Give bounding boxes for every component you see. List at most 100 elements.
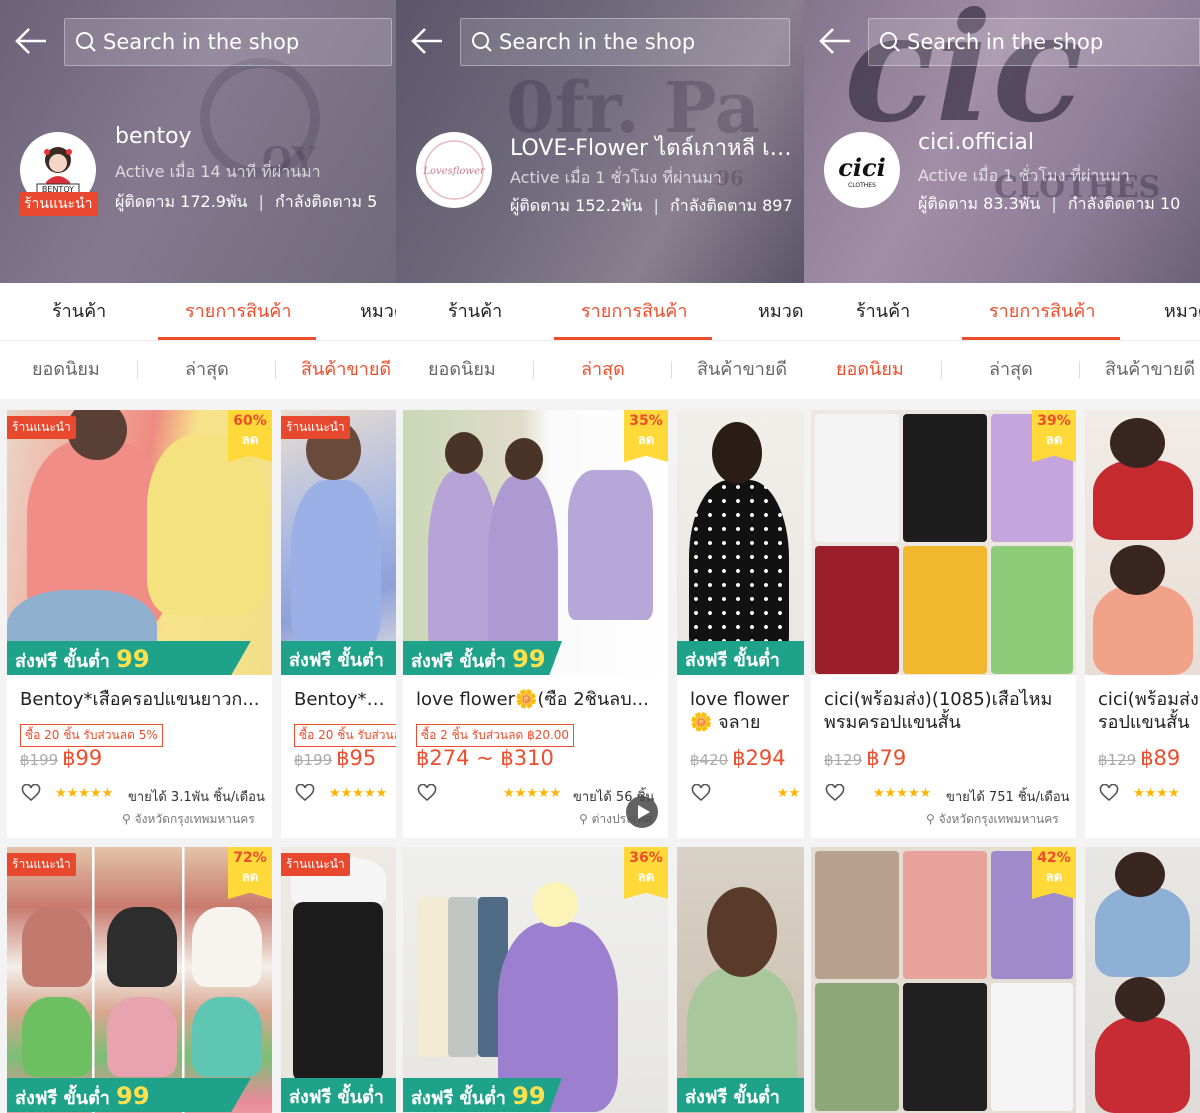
product-image — [677, 847, 804, 1113]
shop-active-status: Active เมื่อ 14 นาที ที่ผ่านมา — [115, 162, 321, 181]
shop-name: LOVE-Flower ไตล์เกาหลี เสื้อ... — [510, 136, 798, 161]
sort-popular[interactable]: ยอดนิยม — [32, 341, 100, 399]
sold-count: ขายได้ 751 ชิ้น/เดือน — [946, 790, 1070, 805]
stats-divider: | — [258, 192, 264, 211]
shop-header: OY Search in the shop BENTOY ร้านแนะนำ b… — [0, 0, 396, 283]
tab-shop[interactable]: ร้านค้า — [448, 283, 502, 341]
heart-icon[interactable] — [295, 784, 315, 802]
heart-icon[interactable] — [417, 784, 437, 802]
sort-latest[interactable]: ล่าสุด — [581, 341, 625, 399]
tab-categories[interactable]: หมวด — [758, 283, 804, 341]
product-card[interactable]: cici(พร้อมส่ง รอปแขนสั้น ค ฿129฿89 ★★★★ — [1085, 410, 1200, 838]
product-price: ฿274 ~ ฿310 — [416, 746, 554, 770]
rating-stars: ★★★★★ — [55, 786, 114, 801]
rating-stars: ★★ — [777, 786, 801, 801]
tab-products[interactable]: รายการสินค้า — [581, 283, 687, 341]
free-shipping-banner: ส่งฟรี ขั้นต่ำ — [281, 1078, 396, 1112]
product-price: ฿129 ฿79 — [824, 746, 906, 770]
product-price: ฿420 ฿294 — [690, 746, 786, 770]
sale-price: ฿274 ~ ฿310 — [416, 746, 554, 770]
product-card[interactable] — [1085, 847, 1200, 1113]
cici-logo: cici CLOTHES — [838, 153, 885, 189]
location-pin-icon: ⚲ — [926, 812, 935, 826]
search-placeholder: Search in the shop — [103, 30, 300, 54]
heart-icon[interactable] — [21, 784, 41, 802]
shop-tabs: ร้านค้า รายการสินค้า หมวด — [396, 283, 804, 341]
shop-name: cici.official — [918, 130, 1034, 155]
sort-divider — [533, 361, 534, 379]
discount-badge: 60% ลด — [228, 410, 272, 462]
following-count: กำลังติดตาม 897 — [670, 196, 793, 215]
sort-latest[interactable]: ล่าสุด — [185, 341, 229, 399]
product-card[interactable]: 35% ลด ส่งฟรี ขั้นต่ำ 99 love flower🌼(ซือ… — [403, 410, 668, 838]
product-price: ฿129 ฿89 — [1098, 746, 1181, 770]
sort-bar: ยอดนิยม ล่าสุด สินค้าขายดี — [396, 341, 804, 399]
tab-shop[interactable]: ร้านค้า — [52, 283, 106, 341]
product-price: ฿199 ฿99 — [20, 746, 102, 770]
shop-tabs: ร้านค้า รายการสินค้า หมวด — [0, 283, 396, 341]
heart-icon[interactable] — [1099, 784, 1119, 802]
product-card[interactable]: ร้านแนะนำ ส่งฟรี ขั้นต่ำ Bentoy*พร้อ ซื้… — [281, 410, 396, 838]
product-card[interactable]: 39% ลด cici(พร้อมส่ง)(1085)เสือไหม พรมครอ… — [811, 410, 1076, 838]
location-pin-icon: ⚲ — [579, 812, 588, 826]
preferred-shop-badge: ร้านแนะนำ — [19, 192, 98, 216]
heart-icon[interactable] — [691, 784, 711, 802]
sort-popular[interactable]: ยอดนิยม — [836, 341, 904, 399]
product-image — [1085, 847, 1200, 1113]
tab-categories[interactable]: หมวด — [1164, 283, 1200, 341]
discount-badge: 35% ลด — [624, 410, 668, 462]
followers-count: ผู้ติดตาม 83.3พัน — [918, 194, 1041, 213]
shop-active-status: Active เมื่อ 1 ชั่วโมง ที่ผ่านมา — [510, 168, 722, 187]
sort-bar: ยอดนิยม ล่าสุด สินค้าขายดี — [0, 341, 396, 399]
back-arrow-icon[interactable] — [410, 26, 444, 56]
search-icon — [76, 32, 96, 52]
discount-badge: 39% ลด — [1032, 410, 1076, 462]
rating-stars: ★★★★ — [1133, 786, 1180, 801]
original-price: ฿199 — [20, 751, 59, 769]
location: ⚲ จังหวัดกรุงเทพมหานคร — [926, 812, 1059, 826]
free-shipping-banner: ส่งฟรี ขั้นต่ำ 99 — [7, 641, 272, 675]
preferred-tag: ร้านแนะนำ — [281, 853, 350, 876]
product-card[interactable]: ส่งฟรี ขั้นต่ำ — [677, 847, 804, 1113]
shop-search-input[interactable]: Search in the shop — [460, 18, 790, 66]
original-price: ฿129 — [824, 751, 863, 769]
heart-icon[interactable] — [825, 784, 845, 802]
tab-products[interactable]: รายการสินค้า — [989, 283, 1095, 341]
shop-avatar[interactable]: Lovesflower — [416, 132, 492, 208]
product-card[interactable]: ร้านแนะนำ 72% ลด ส่งฟรี ขั้นต่ำ 99 — [7, 847, 272, 1113]
tab-products[interactable]: รายการสินค้า — [185, 283, 291, 341]
shop-avatar[interactable]: cici CLOTHES — [824, 132, 900, 208]
shop-search-input[interactable]: Search in the shop — [64, 18, 392, 66]
search-placeholder: Search in the shop — [499, 30, 696, 54]
product-card[interactable]: ส่งฟรี ขั้นต่ำ love flower🌼 จลายดอกไม้พร… — [677, 410, 804, 838]
product-title: Bentoy*เสือครอปแขนยาวก... — [20, 689, 260, 710]
sort-best-selling[interactable]: สินค้าขายดี — [697, 341, 787, 399]
sale-price: ฿79 — [866, 746, 907, 770]
bundle-promo-tag: ซื้อ 20 ชิ้น รับส่วนลด 5% — [20, 724, 163, 747]
back-arrow-icon[interactable] — [14, 26, 48, 56]
sort-popular[interactable]: ยอดนิยม — [428, 341, 496, 399]
tab-categories[interactable]: หมวด — [360, 283, 396, 341]
shop-search-input[interactable]: Search in the shop — [868, 18, 1200, 66]
followers-count: ผู้ติดตาม 172.9พัน — [115, 192, 248, 211]
tab-shop[interactable]: ร้านค้า — [856, 283, 910, 341]
video-play-icon[interactable] — [626, 796, 658, 828]
back-arrow-icon[interactable] — [818, 26, 852, 56]
following-count: กำลังติดตาม 5 — [275, 192, 378, 211]
sort-best-selling[interactable]: สินค้าขายดี — [301, 341, 391, 399]
sort-divider — [941, 361, 942, 379]
product-card[interactable]: 42% ลด — [811, 847, 1076, 1113]
shop-follow-stats: ผู้ติดตาม 152.2พัน | กำลังติดตาม 897 — [510, 194, 800, 219]
sort-best-selling[interactable]: สินค้าขายดี — [1105, 341, 1195, 399]
product-card[interactable]: ร้านแนะนำ ส่งฟรี ขั้นต่ำ — [281, 847, 396, 1113]
product-image — [677, 410, 804, 675]
active-tab-indicator — [158, 337, 316, 340]
loveflower-logo: Lovesflower — [422, 140, 486, 200]
sort-latest[interactable]: ล่าสุด — [989, 341, 1033, 399]
bundle-promo-tag: ซื้อ 2 ชิ้น รับส่วนลด ฿20.00 — [416, 724, 575, 747]
shop-follow-stats: ผู้ติดตาม 83.3พัน | กำลังติดตาม 10 — [918, 192, 1196, 217]
shop-tabs: ร้านค้า รายการสินค้า หมวด — [804, 283, 1200, 341]
product-card[interactable]: ร้านแนะนำ 60% ลด ส่งฟรี ขั้นต่ำ 99 Bentoy… — [7, 410, 272, 838]
product-card[interactable]: 36% ลด ส่งฟรี ขั้นต่ำ 99 — [403, 847, 668, 1113]
shop-follow-stats: ผู้ติดตาม 172.9พัน | กำลังติดตาม 5 — [115, 190, 392, 215]
